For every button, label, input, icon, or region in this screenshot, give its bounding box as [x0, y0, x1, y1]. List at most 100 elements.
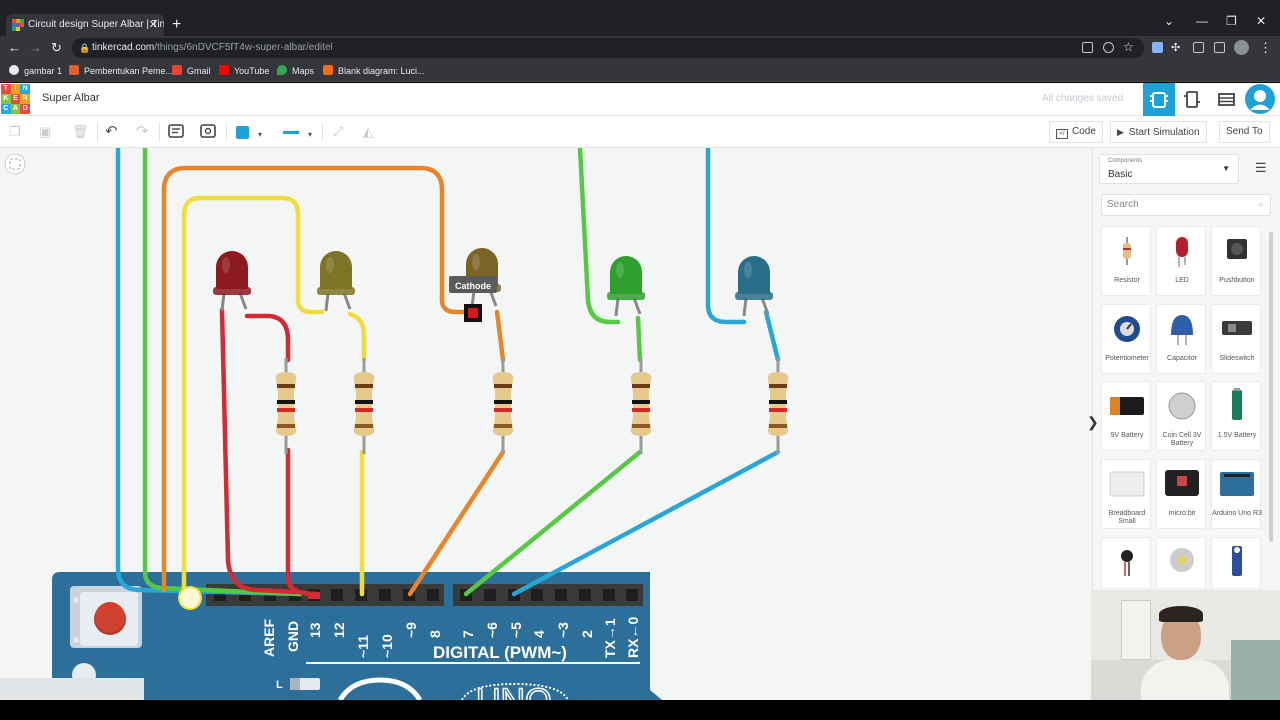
component-coin-cell-3v-battery[interactable]: Coin Cell 3V Battery — [1156, 381, 1206, 451]
rotate-icon[interactable]: ⤢ — [333, 123, 343, 141]
new-tab-icon[interactable]: + — [172, 14, 181, 36]
bookmark-maps[interactable]: Maps — [277, 64, 314, 78]
send-to-button[interactable]: Send To — [1219, 121, 1270, 143]
wire-green-anode[interactable] — [635, 315, 643, 363]
resistor[interactable] — [630, 358, 652, 454]
component-potentiometer[interactable]: Potentiometer — [1101, 304, 1151, 374]
notes-visibility-icon[interactable] — [199, 123, 217, 141]
user-avatar[interactable] — [1245, 84, 1275, 114]
component-dc-motor[interactable]: DC Motor — [1156, 537, 1206, 589]
delete-icon[interactable]: 🗑 — [72, 123, 89, 141]
bookmark-lucidchart[interactable]: Blank diagram: Luci... — [323, 64, 425, 78]
bookmark-label: Pembentukan Peme... — [84, 66, 174, 76]
pin-label: ~9 — [403, 622, 419, 638]
circuit-view-button[interactable] — [1143, 83, 1175, 116]
close-tab-icon[interactable]: ✕ — [149, 14, 158, 36]
components-dropdown[interactable]: Components Basic ▼ — [1099, 154, 1239, 184]
copy-icon[interactable]: ❐ — [9, 123, 21, 141]
component-label: Micro Servo — [1212, 588, 1261, 589]
globe-icon — [9, 65, 19, 75]
share-icon[interactable] — [1103, 42, 1114, 53]
address-toolbar: ← → ↻ 🔒 tinkercad.com/things/6nDVCF5fT4w… — [0, 36, 1280, 60]
chevron-down-icon[interactable]: ▾ — [258, 126, 262, 144]
collapse-panel-icon[interactable]: ❯ — [1087, 414, 1099, 431]
led[interactable] — [317, 251, 355, 312]
pin-label: 12 — [331, 622, 347, 638]
browser-tab[interactable]: Circuit design Super Albar | Tink ✕ — [6, 14, 164, 36]
tab-title: Circuit design Super Albar | Tink — [28, 19, 164, 30]
install-icon[interactable] — [1082, 42, 1093, 53]
wire-orange-top[interactable] — [161, 165, 473, 593]
led[interactable] — [735, 256, 773, 317]
browser-menu-icon[interactable]: ⋮ — [1259, 40, 1272, 56]
component-micro-bit[interactable]: micro:bit — [1156, 459, 1206, 529]
wire-yellow-top[interactable] — [181, 195, 325, 593]
list-view-icon[interactable]: ☰ — [1255, 160, 1267, 176]
fit-view-icon[interactable] — [4, 153, 26, 175]
redo-icon[interactable]: ↷ — [136, 123, 149, 141]
wire-yellow-anode[interactable] — [347, 311, 367, 363]
bookmark-youtube[interactable]: YouTube — [219, 64, 269, 78]
note-icon[interactable] — [167, 123, 185, 141]
resistor-group — [275, 358, 789, 454]
resistor[interactable] — [353, 358, 375, 454]
wire-color-swatch[interactable] — [236, 126, 249, 139]
extensions-puzzle-icon[interactable]: ✣ — [1171, 40, 1180, 56]
tinkercad-logo[interactable]: T I N K E R C A D — [1, 84, 30, 114]
component-breadboard-small[interactable]: Breadboard Small — [1101, 459, 1151, 529]
resistor[interactable] — [275, 358, 297, 454]
start-simulation-button[interactable]: ▶ Start Simulation — [1110, 121, 1207, 143]
maximize-icon[interactable]: ❐ — [1226, 14, 1237, 28]
circuit-canvas[interactable]: AREF GND 13 12 ~11 ~10 ~9 8 7 ~6 ~5 4 ~3 2 TX→1 RX←0 … — [0, 148, 1092, 700]
resistor[interactable] — [767, 358, 789, 454]
reload-icon[interactable]: ↻ — [51, 40, 62, 56]
component-label: Breadboard Small — [1108, 510, 1146, 525]
resistor[interactable] — [492, 358, 514, 454]
wire-orange-anode[interactable] — [494, 309, 506, 363]
undo-icon[interactable]: ↶ — [105, 123, 118, 141]
bookmark-pembentukan[interactable]: Pembentukan Peme... — [69, 64, 173, 78]
component-led[interactable]: LED — [1156, 226, 1206, 296]
component-arduino-uno-r3[interactable]: Arduino Uno R3 — [1211, 459, 1262, 529]
side-panel-icon[interactable] — [1214, 42, 1225, 53]
minimize-icon[interactable]: — — [1196, 14, 1208, 28]
component-vibration[interactable]: Vibration — [1101, 537, 1151, 589]
reading-list-icon[interactable] — [1193, 42, 1204, 53]
component-slideswitch[interactable]: Slideswitch — [1211, 304, 1261, 374]
panel-scrollbar[interactable] — [1269, 232, 1273, 542]
chevron-down-icon[interactable]: ▾ — [308, 126, 312, 144]
bookmark-gambar[interactable]: gambar 1 — [9, 64, 62, 78]
flip-icon[interactable]: ◭ — [363, 123, 373, 141]
led[interactable] — [607, 256, 645, 317]
profile-avatar[interactable] — [1234, 40, 1249, 55]
wire-red-anode[interactable] — [244, 313, 291, 363]
save-status: All changes saved — [1042, 93, 1124, 104]
forward-icon[interactable]: → — [29, 40, 42, 56]
battery-1-5v-icon — [1232, 388, 1242, 420]
component-1-5v-battery[interactable]: 1.5V Battery — [1211, 381, 1261, 451]
project-title[interactable]: Super Albar — [42, 92, 99, 104]
tab-search-icon[interactable]: ⌄ — [1164, 14, 1174, 28]
bookmark-star-icon[interactable]: ☆ — [1123, 39, 1134, 55]
component-resistor[interactable]: Resistor — [1101, 226, 1151, 296]
paste-icon[interactable]: ▣ — [39, 123, 51, 141]
url-input[interactable]: 🔒 tinkercad.com/things/6nDVCF5fT4w-super… — [72, 38, 1144, 58]
wire-blue-anode[interactable] — [763, 309, 781, 363]
extension-icon[interactable] — [1152, 42, 1163, 53]
schematic-view-button[interactable] — [1176, 83, 1208, 116]
back-icon[interactable]: ← — [8, 40, 21, 56]
potentiometer-icon — [1114, 316, 1140, 342]
bookmark-gmail[interactable]: Gmail — [172, 64, 211, 78]
component-9v-battery[interactable]: 9V Battery — [1101, 381, 1151, 451]
component-micro-servo[interactable]: Micro Servo — [1211, 537, 1261, 589]
component-list-button[interactable] — [1210, 83, 1242, 116]
component-search-input[interactable]: Search ⌕ — [1101, 194, 1271, 216]
close-window-icon[interactable]: ✕ — [1256, 14, 1266, 28]
component-pushbutton[interactable]: Pushbutton — [1211, 226, 1261, 296]
component-capacitor[interactable]: Capacitor — [1156, 304, 1206, 374]
maps-icon — [277, 65, 287, 75]
code-button[interactable]: </ Code — [1049, 121, 1103, 143]
led[interactable] — [213, 251, 251, 312]
wire-type-swatch[interactable] — [283, 131, 299, 134]
wire-endpoint-highlight[interactable] — [178, 586, 202, 610]
